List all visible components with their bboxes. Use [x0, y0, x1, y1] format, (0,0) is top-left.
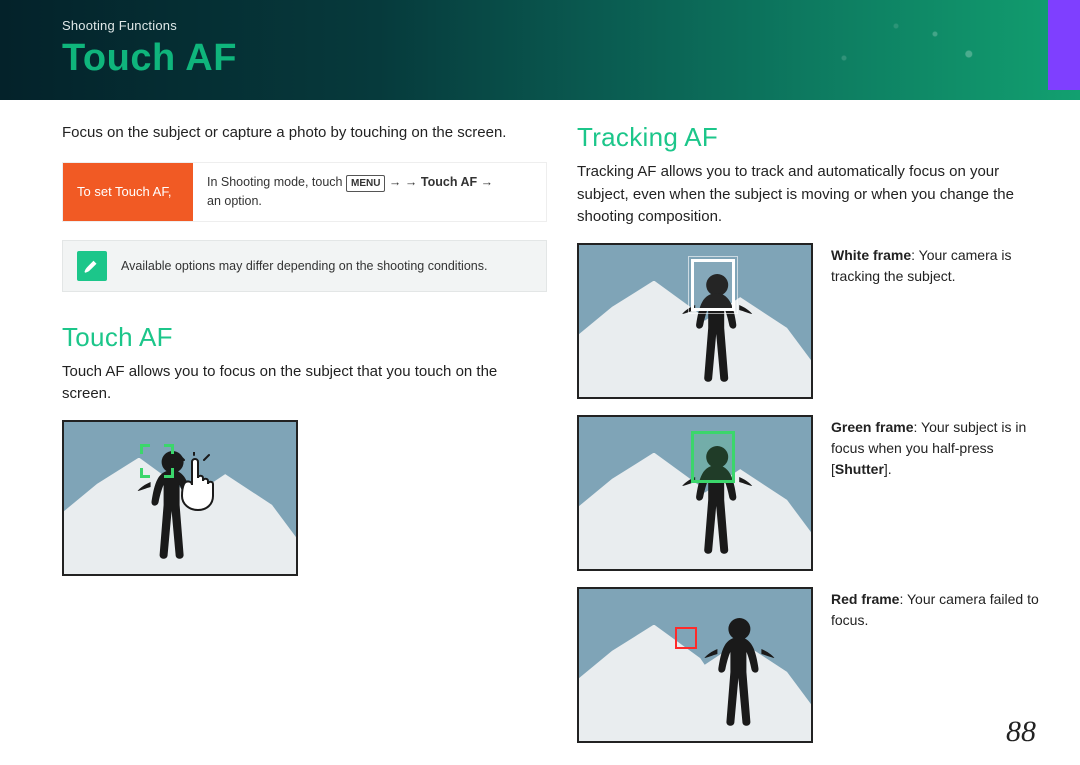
tracking-af-desc: Tracking AF allows you to track and auto… — [577, 161, 1042, 229]
breadcrumb: Shooting Functions — [62, 18, 1080, 33]
arrow-icon: → — [389, 175, 405, 189]
tracking-illustration-red — [577, 587, 813, 743]
focus-frame-green — [691, 431, 735, 483]
intro-text: Focus on the subject or capture a photo … — [62, 122, 547, 144]
tracking-row-red: Red frame: Your camera failed to focus. — [577, 587, 1042, 743]
manual-page: Shooting Functions Touch AF Focus on the… — [0, 0, 1080, 765]
caption-shutter-bold: Shutter — [835, 461, 884, 477]
page-header: Shooting Functions Touch AF — [0, 0, 1080, 100]
note-box: Available options may differ depending o… — [62, 240, 547, 292]
caption-red-bold: Red frame — [831, 591, 899, 607]
tracking-row-white: White frame: Your camera is tracking the… — [577, 243, 1042, 399]
menu-chip: MENU — [346, 175, 385, 192]
page-number: 88 — [1006, 715, 1036, 749]
note-text: Available options may differ depending o… — [121, 259, 487, 273]
arrow-icon: → — [481, 175, 494, 189]
focus-frame-white — [691, 259, 735, 311]
side-tab — [1048, 0, 1080, 90]
tracking-illustration-green — [577, 415, 813, 571]
left-column: Focus on the subject or capture a photo … — [62, 122, 547, 759]
section-heading-touch-af: Touch AF — [62, 322, 547, 353]
instruction-label: To set Touch AF, — [63, 163, 193, 221]
tracking-illustration-white — [577, 243, 813, 399]
focus-corners-green — [142, 446, 172, 476]
arrow-icon: → — [405, 175, 421, 189]
instruction-text-2: an option. — [207, 192, 532, 211]
instruction-bold: Touch AF — [421, 175, 477, 189]
hand-pointer-icon — [174, 452, 220, 517]
instruction-text: In Shooting mode, touch — [207, 175, 346, 189]
caption-white: White frame: Your camera is tracking the… — [831, 243, 1042, 399]
page-title: Touch AF — [62, 37, 1080, 80]
person-silhouette — [702, 615, 776, 733]
page-body: Focus on the subject or capture a photo … — [0, 100, 1080, 759]
instruction-box: To set Touch AF, In Shooting mode, touch… — [62, 162, 547, 222]
pen-icon — [77, 251, 107, 281]
instruction-body: In Shooting mode, touch MENU → → Touch A… — [193, 163, 546, 221]
caption-green-text2: ]. — [884, 461, 892, 477]
touch-af-illustration-row — [62, 420, 547, 576]
caption-white-bold: White frame — [831, 247, 911, 263]
touch-af-desc: Touch AF allows you to focus on the subj… — [62, 361, 547, 406]
right-column: Tracking AF Tracking AF allows you to tr… — [577, 122, 1042, 759]
touch-af-illustration — [62, 420, 298, 576]
caption-green-bold: Green frame — [831, 419, 913, 435]
section-heading-tracking-af: Tracking AF — [577, 122, 1042, 153]
tracking-row-green: Green frame: Your subject is in focus wh… — [577, 415, 1042, 571]
caption-green: Green frame: Your subject is in focus wh… — [831, 415, 1042, 571]
focus-frame-red — [675, 627, 697, 649]
